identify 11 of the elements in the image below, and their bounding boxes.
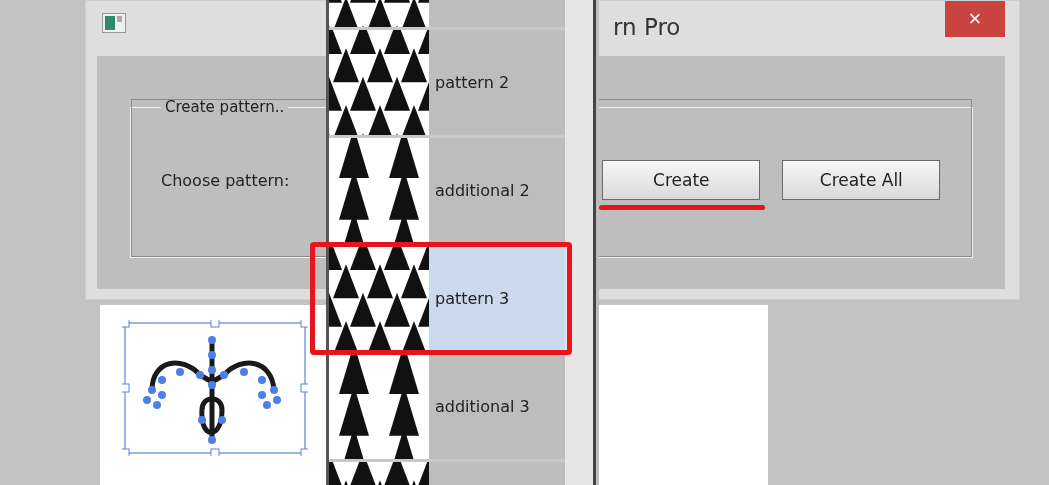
window-title: rn Pro bbox=[613, 14, 681, 40]
dropdown-item[interactable]: additional 3 bbox=[329, 354, 565, 459]
dropdown-item[interactable]: pattern 2 bbox=[329, 30, 565, 135]
choose-pattern-label: Choose pattern: bbox=[161, 170, 290, 190]
create-button[interactable]: Create All bbox=[782, 160, 941, 200]
dropdown-item[interactable]: pattern 3 bbox=[329, 246, 565, 351]
group-legend: Create pattern.. bbox=[161, 98, 289, 116]
dropdown-item[interactable]: additional 2 bbox=[329, 138, 565, 243]
create-button[interactable]: Create bbox=[602, 160, 761, 200]
close-button[interactable]: × bbox=[945, 1, 1005, 37]
app-icon bbox=[102, 13, 126, 33]
